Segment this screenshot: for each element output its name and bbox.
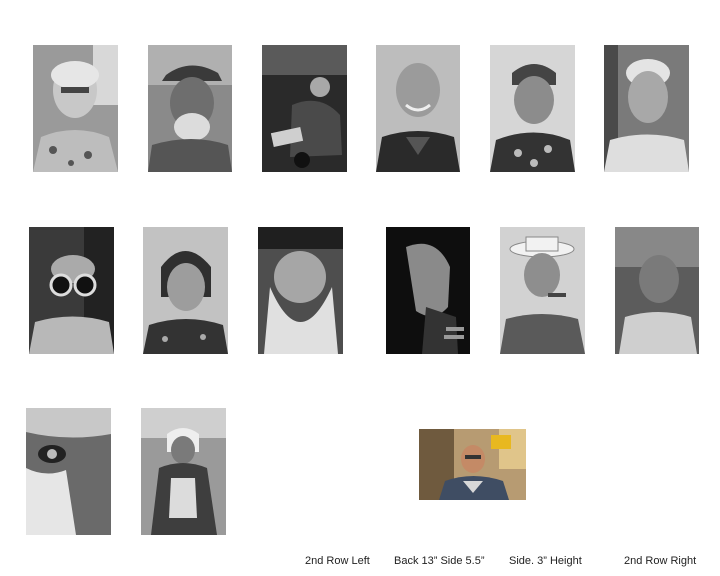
caption-side-height: Side. 3” Height bbox=[509, 555, 582, 567]
portrait-photo-10 bbox=[386, 227, 470, 354]
portrait-photo-7 bbox=[29, 227, 114, 354]
color-portrait-photo bbox=[419, 429, 526, 500]
caption-2nd-row-right: 2nd Row Right bbox=[624, 555, 697, 567]
caption-2nd-row-left: 2nd Row Left bbox=[305, 555, 370, 567]
portrait-photo-11 bbox=[500, 227, 585, 354]
caption-back-side-dimensions: Back 13” Side 5.5” bbox=[394, 555, 485, 567]
portrait-photo-8 bbox=[143, 227, 228, 354]
portrait-photo-1 bbox=[33, 45, 118, 172]
portrait-photo-4 bbox=[376, 45, 460, 172]
portrait-photo-2 bbox=[148, 45, 232, 172]
portrait-photo-9 bbox=[258, 227, 343, 354]
portrait-photo-13 bbox=[26, 408, 111, 535]
portrait-photo-6 bbox=[604, 45, 689, 172]
portrait-photo-12 bbox=[615, 227, 699, 354]
portrait-photo-14 bbox=[141, 408, 226, 535]
portrait-photo-5 bbox=[490, 45, 575, 172]
portrait-photo-3 bbox=[262, 45, 347, 172]
